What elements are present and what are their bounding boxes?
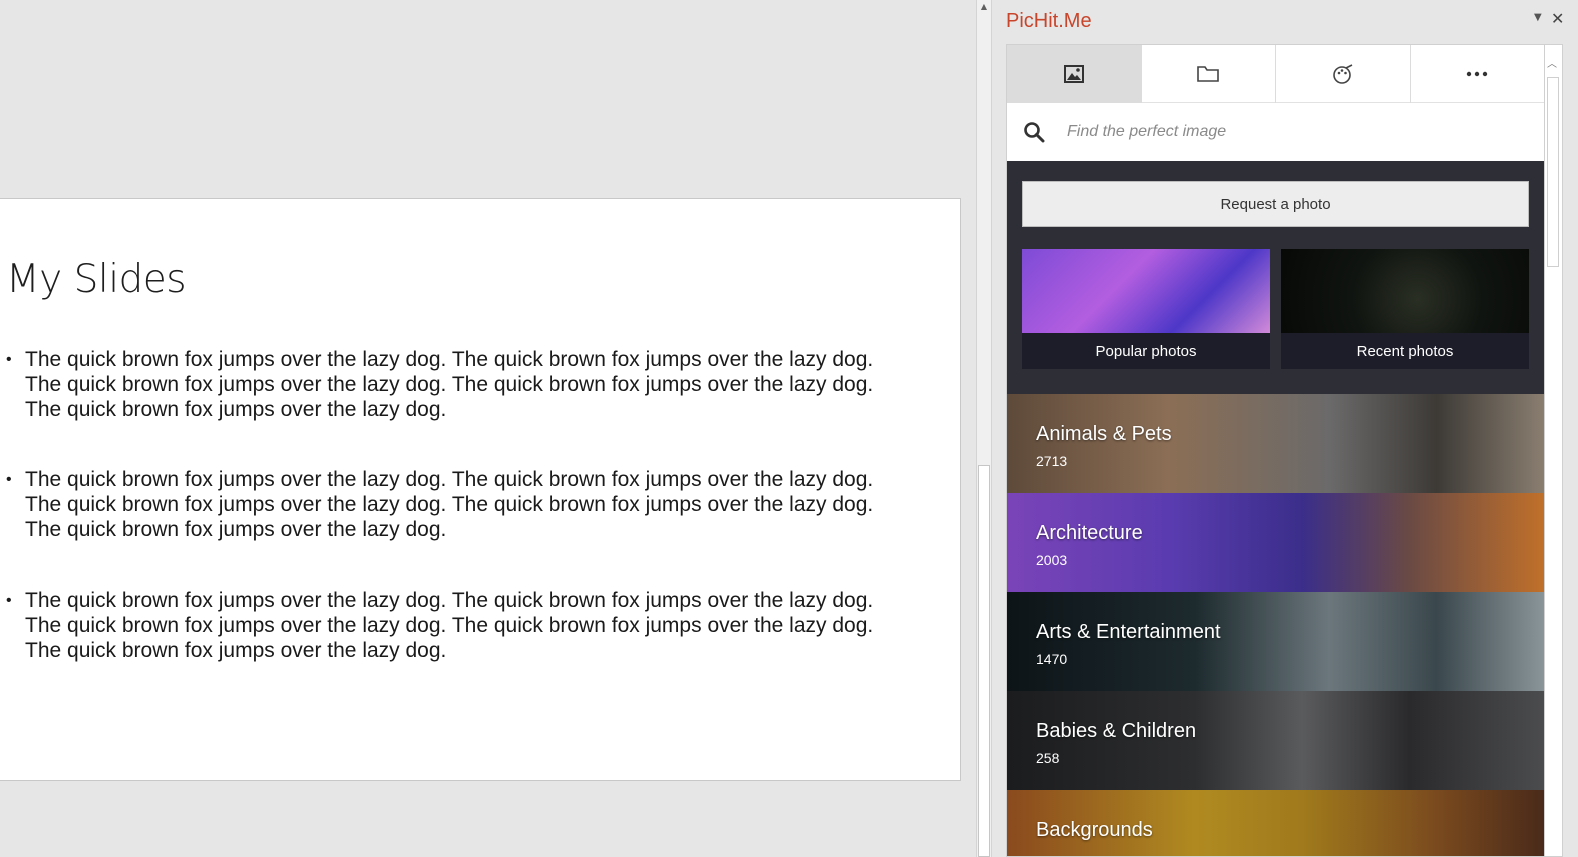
- bullet-text: The quick brown fox jumps over the lazy …: [25, 348, 874, 421]
- search-input[interactable]: [1067, 123, 1487, 141]
- category-animals-pets[interactable]: Animals & Pets 2713: [1007, 394, 1544, 493]
- bullet-item[interactable]: • The quick brown fox jumps over the laz…: [6, 588, 906, 663]
- bullet-dot: •: [6, 471, 12, 488]
- recent-photos-thumbnail: [1281, 249, 1529, 333]
- recent-photos-label: Recent photos: [1281, 333, 1529, 369]
- addin-frame: Request a photo Popular photos Recent ph…: [1006, 44, 1545, 857]
- bullet-item[interactable]: • The quick brown fox jumps over the laz…: [6, 347, 906, 422]
- bullet-text: The quick brown fox jumps over the lazy …: [25, 468, 874, 541]
- pane-options-icon[interactable]: ▼: [1534, 12, 1542, 23]
- category-name: Backgrounds: [1036, 819, 1153, 841]
- more-icon: [1467, 71, 1488, 77]
- slide-title[interactable]: My Slides: [6, 257, 187, 302]
- category-name: Animals & Pets: [1036, 423, 1172, 445]
- tab-bar: [1007, 45, 1544, 103]
- slide-editor: My Slides • The quick brown fox jumps ov…: [0, 0, 976, 857]
- category-backgrounds[interactable]: Backgrounds: [1007, 790, 1544, 856]
- category-architecture[interactable]: Architecture 2003: [1007, 493, 1544, 592]
- category-name: Arts & Entertainment: [1036, 621, 1221, 643]
- popular-photos-label: Popular photos: [1022, 333, 1270, 369]
- recent-photos-tile[interactable]: Recent photos: [1281, 249, 1529, 369]
- scrollbar-thumb[interactable]: [978, 465, 990, 857]
- scrollbar-thumb[interactable]: [1547, 77, 1559, 267]
- bullet-dot: •: [6, 592, 12, 609]
- pane-close-icon[interactable]: ✕: [1551, 9, 1564, 28]
- category-babies-children[interactable]: Babies & Children 258: [1007, 691, 1544, 790]
- category-name: Architecture: [1036, 522, 1143, 544]
- scroll-up-arrow-icon[interactable]: ▲: [977, 0, 991, 14]
- category-count: 2713: [1036, 453, 1068, 469]
- task-pane: PicHit.Me ▼ ✕ Find the perfect image Req…: [992, 0, 1578, 857]
- pane-title: PicHit.Me: [1006, 10, 1092, 32]
- editor-scrollbar[interactable]: ▲: [976, 0, 992, 857]
- image-icon: [1063, 65, 1084, 83]
- featured-section: Request a photo Popular photos Recent ph…: [1007, 161, 1544, 394]
- popular-photos-thumbnail: [1022, 249, 1270, 333]
- bullet-item[interactable]: • The quick brown fox jumps over the laz…: [6, 467, 906, 542]
- palette-icon: [1332, 64, 1353, 84]
- category-count: 2003: [1036, 552, 1068, 568]
- tab-palette[interactable]: [1276, 45, 1411, 103]
- scroll-up-chevron-icon[interactable]: ︿: [1547, 55, 1557, 70]
- tab-folder[interactable]: [1142, 45, 1276, 103]
- folder-icon: [1197, 66, 1220, 82]
- bullet-dot: •: [6, 351, 12, 368]
- search-bar: [1007, 103, 1544, 161]
- category-count: 258: [1036, 750, 1060, 766]
- category-arts-entertainment[interactable]: Arts & Entertainment 1470: [1007, 592, 1544, 691]
- addin-scrollbar[interactable]: ︿: [1545, 44, 1563, 857]
- powerpoint-window: My Slides • The quick brown fox jumps ov…: [0, 0, 1578, 857]
- tab-more[interactable]: [1411, 45, 1545, 103]
- tab-images[interactable]: [1007, 45, 1142, 103]
- search-icon[interactable]: [1007, 121, 1057, 143]
- slide-canvas[interactable]: My Slides • The quick brown fox jumps ov…: [0, 198, 961, 781]
- popular-photos-tile[interactable]: Popular photos: [1022, 249, 1270, 369]
- bullet-text: The quick brown fox jumps over the lazy …: [25, 589, 874, 662]
- request-photo-button[interactable]: Request a photo: [1022, 181, 1529, 227]
- category-name: Babies & Children: [1036, 720, 1197, 742]
- category-count: 1470: [1036, 651, 1068, 667]
